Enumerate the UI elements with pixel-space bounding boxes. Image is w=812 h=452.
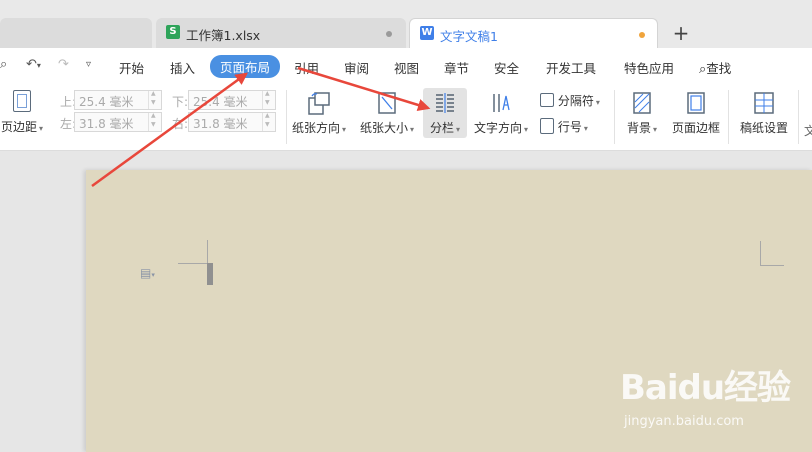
arrow-to-page-layout	[91, 72, 249, 188]
annotation-arrows	[91, 66, 431, 188]
arrow-to-columns	[297, 66, 431, 112]
